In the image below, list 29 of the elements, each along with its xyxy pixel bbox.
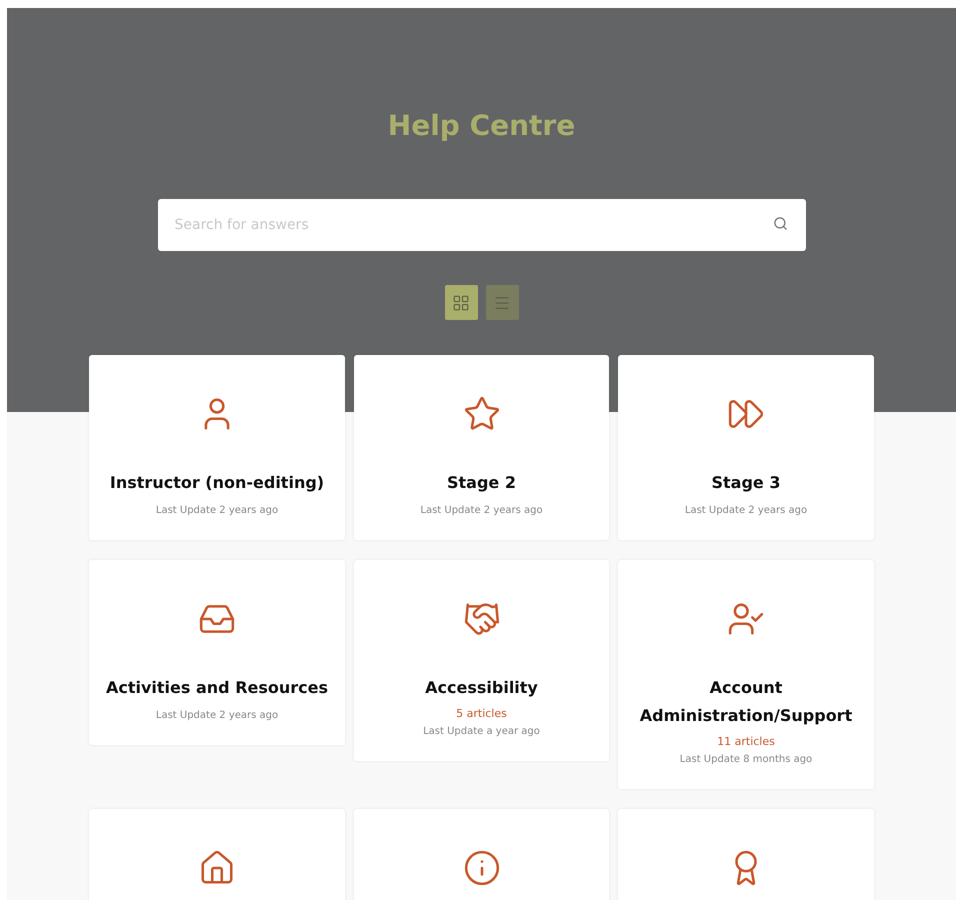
last-update-text: Last Update 8 months ago [680,752,812,766]
category-title: Stage 2 [447,472,516,494]
last-update-text: Last Update 2 years ago [156,504,278,518]
page-title: Help Centre [388,108,576,144]
category-card[interactable] [618,808,874,900]
category-title: Instructor (non-editing) [110,472,324,494]
category-card[interactable] [89,808,345,900]
grid-view-button[interactable] [444,285,478,320]
last-update-text: Last Update 2 years ago [684,504,808,518]
last-update-text: Last Update 2 years ago [420,504,543,518]
last-update-text: Last Update a year ago [423,724,540,738]
category-title: Stage 3 [712,472,780,494]
category-card[interactable]: Stage 2 Last Update 2 years ago [354,355,609,540]
grid-icon [452,294,470,312]
category-card[interactable]: Instructor (non-editing) Last Update 2 years ago [89,355,345,540]
category-title: Account Administration/Support [638,677,854,727]
category-card[interactable]: Stage 3 Last Update 2 years ago [618,355,874,540]
category-card[interactable]: Account Administration/Support 11 articles Last Update 8 months ago [618,560,874,788]
category-title: Activities and Resources [106,677,328,699]
info-icon [462,848,500,886]
last-update-text: Last Update 2 years ago [156,709,278,723]
article-count: 11 articles [717,734,775,750]
category-title: Accessibility [425,677,538,699]
search-icon[interactable] [772,216,788,231]
category-card[interactable]: Activities and Resources Last Update 2 years ago [89,560,345,745]
article-count: 5 articles [456,706,507,722]
category-card[interactable]: Accessibility 5 articles Last Update a year ago [354,560,609,760]
list-view-button[interactable] [486,285,518,320]
category-card[interactable] [354,808,609,900]
